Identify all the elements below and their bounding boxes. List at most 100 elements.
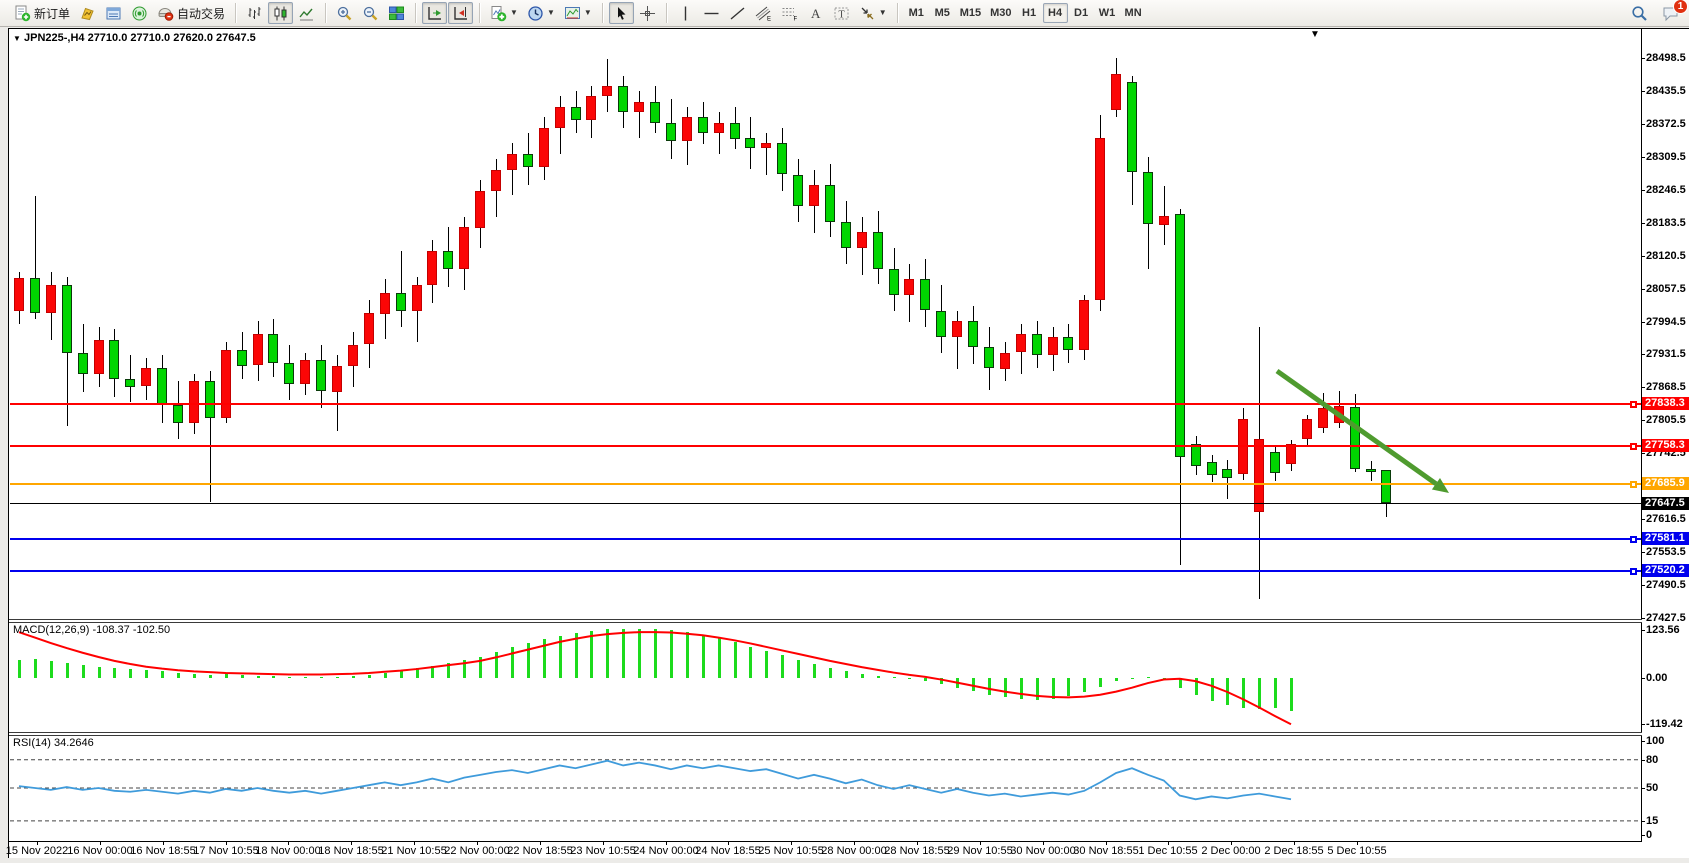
- zoom-out-icon: [362, 5, 379, 22]
- candles-chart-icon: [272, 5, 289, 22]
- chart-window: ▼ JPN225-,H4 27710.0 27710.0 27620.0 276…: [8, 28, 1689, 858]
- toolbar: 新订单 自动交易 ▼ ▼ ▼ E F A T ▼ M1M5M15M30H1H4D1W1MN 1: [0, 0, 1689, 27]
- panel-separator-macd[interactable]: [9, 619, 1642, 623]
- data-window-button[interactable]: [101, 2, 126, 24]
- timeframe-m15-button[interactable]: M15: [956, 3, 985, 23]
- equidistant-channel-button[interactable]: E: [751, 2, 776, 24]
- search-button[interactable]: [1627, 2, 1652, 24]
- timeframe-d1-button[interactable]: D1: [1069, 3, 1094, 23]
- templates-button[interactable]: ▼: [560, 2, 596, 24]
- svg-text:T: T: [838, 9, 844, 20]
- chart-dropdown-icon: ▼: [13, 34, 21, 43]
- notification-badge: 1: [1673, 0, 1688, 14]
- toolbar-group-4: ▼ ▼ ▼: [482, 2, 600, 24]
- zoom-in-button[interactable]: [332, 2, 357, 24]
- toolbar-group-6: E F A T ▼: [669, 2, 895, 24]
- vertical-line-button[interactable]: [673, 2, 698, 24]
- fibonacci-button[interactable]: F: [777, 2, 802, 24]
- chart-shift-icon: [452, 5, 469, 22]
- indicators-icon: [490, 5, 507, 22]
- cursor-icon: [613, 5, 630, 22]
- chat-button[interactable]: 1: [1658, 2, 1683, 24]
- periods-dropdown-caret-icon[interactable]: ▼: [547, 9, 555, 17]
- broadcast-icon: [131, 5, 148, 22]
- line-chart-icon: [298, 5, 315, 22]
- svg-text:E: E: [767, 16, 771, 22]
- candles-chart-button[interactable]: [268, 2, 293, 24]
- new-order-label: 新订单: [34, 5, 70, 22]
- macd-signal-line: [19, 632, 1291, 724]
- timeframe-m1-button[interactable]: M1: [904, 3, 929, 23]
- indicators-button[interactable]: ▼: [486, 2, 522, 24]
- chart-title-text: JPN225-,H4 27710.0 27710.0 27620.0 27647…: [24, 32, 256, 44]
- toolbar-separator: [602, 3, 603, 23]
- bars-chart-button[interactable]: [242, 2, 267, 24]
- zoom-in-icon: [336, 5, 353, 22]
- panel-separator-rsi[interactable]: [9, 732, 1642, 736]
- text-label-button[interactable]: T: [829, 2, 854, 24]
- toolbar-separator: [666, 3, 667, 23]
- autotrading-button[interactable]: 自动交易: [153, 2, 229, 24]
- price-line-label: 27647.5: [1642, 497, 1689, 510]
- toolbar-right: 1: [1627, 2, 1683, 24]
- macd-label: MACD(12,26,9) -108.37 -102.50: [13, 624, 170, 636]
- crosshair-button[interactable]: [635, 2, 660, 24]
- indicators-dropdown-caret-icon[interactable]: ▼: [510, 9, 518, 17]
- price-line-label: 27581.1: [1642, 532, 1689, 545]
- bars-chart-icon: [246, 5, 263, 22]
- timeframe-group: M1M5M15M30H1H4D1W1MN: [900, 3, 1150, 23]
- toolbar-separator: [325, 3, 326, 23]
- periods-button[interactable]: ▼: [523, 2, 559, 24]
- text-icon: A: [807, 5, 824, 22]
- cursor-button[interactable]: [609, 2, 634, 24]
- text-button[interactable]: A: [803, 2, 828, 24]
- price-line-label: 27520.2: [1642, 564, 1689, 577]
- autotrading-icon: [157, 5, 174, 22]
- line-chart-button[interactable]: [294, 2, 319, 24]
- broadcast-button[interactable]: [127, 2, 152, 24]
- timeframe-mn-button[interactable]: MN: [1121, 3, 1146, 23]
- price-line-label: 27838.3: [1642, 397, 1689, 410]
- arrows-button[interactable]: ▼: [855, 2, 891, 24]
- new-order-button[interactable]: 新订单: [10, 2, 74, 24]
- timeframe-h4-button[interactable]: H4: [1043, 3, 1068, 23]
- trend-arrow-annotation[interactable]: [1277, 371, 1449, 493]
- arrows-dropdown-caret-icon[interactable]: ▼: [879, 9, 887, 17]
- toolbar-separator: [897, 3, 898, 23]
- chart-shift-button[interactable]: [448, 2, 473, 24]
- rsi-line: [19, 761, 1291, 800]
- market-watch-button[interactable]: [75, 2, 100, 24]
- templates-dropdown-caret-icon[interactable]: ▼: [584, 9, 592, 17]
- trendline-button[interactable]: [725, 2, 750, 24]
- svg-text:F: F: [793, 16, 797, 22]
- timeframe-m5-button[interactable]: M5: [930, 3, 955, 23]
- horizontal-line-button[interactable]: [699, 2, 724, 24]
- zoom-out-button[interactable]: [358, 2, 383, 24]
- toolbar-separator: [415, 3, 416, 23]
- timeframe-w1-button[interactable]: W1: [1095, 3, 1120, 23]
- market-watch-icon: [79, 5, 96, 22]
- search-icon: [1631, 5, 1648, 22]
- tile-windows-icon: [388, 5, 405, 22]
- crosshair-icon: [639, 5, 656, 22]
- label-icon: T: [833, 5, 850, 22]
- autotrading-label: 自动交易: [177, 5, 225, 22]
- toolbar-group-3: [418, 2, 477, 24]
- timeframe-h1-button[interactable]: H1: [1017, 3, 1042, 23]
- toolbar-group-0: 新订单 自动交易: [6, 2, 233, 24]
- toolbar-separator: [479, 3, 480, 23]
- arrows-icon: [859, 5, 876, 22]
- channel-icon: E: [755, 5, 772, 22]
- auto-scroll-icon: [426, 5, 443, 22]
- toolbar-group-2: [328, 2, 413, 24]
- timeframe-m30-button[interactable]: M30: [986, 3, 1015, 23]
- price-line-label: 27758.3: [1642, 439, 1689, 452]
- chart-title[interactable]: ▼ JPN225-,H4 27710.0 27710.0 27620.0 276…: [13, 32, 256, 44]
- toolbar-group-1: [238, 2, 323, 24]
- auto-scroll-button[interactable]: [422, 2, 447, 24]
- trendline-icon: [729, 5, 746, 22]
- svg-text:A: A: [811, 6, 821, 21]
- tile-windows-button[interactable]: [384, 2, 409, 24]
- fibonacci-icon: F: [781, 5, 798, 22]
- templates-icon: [564, 5, 581, 22]
